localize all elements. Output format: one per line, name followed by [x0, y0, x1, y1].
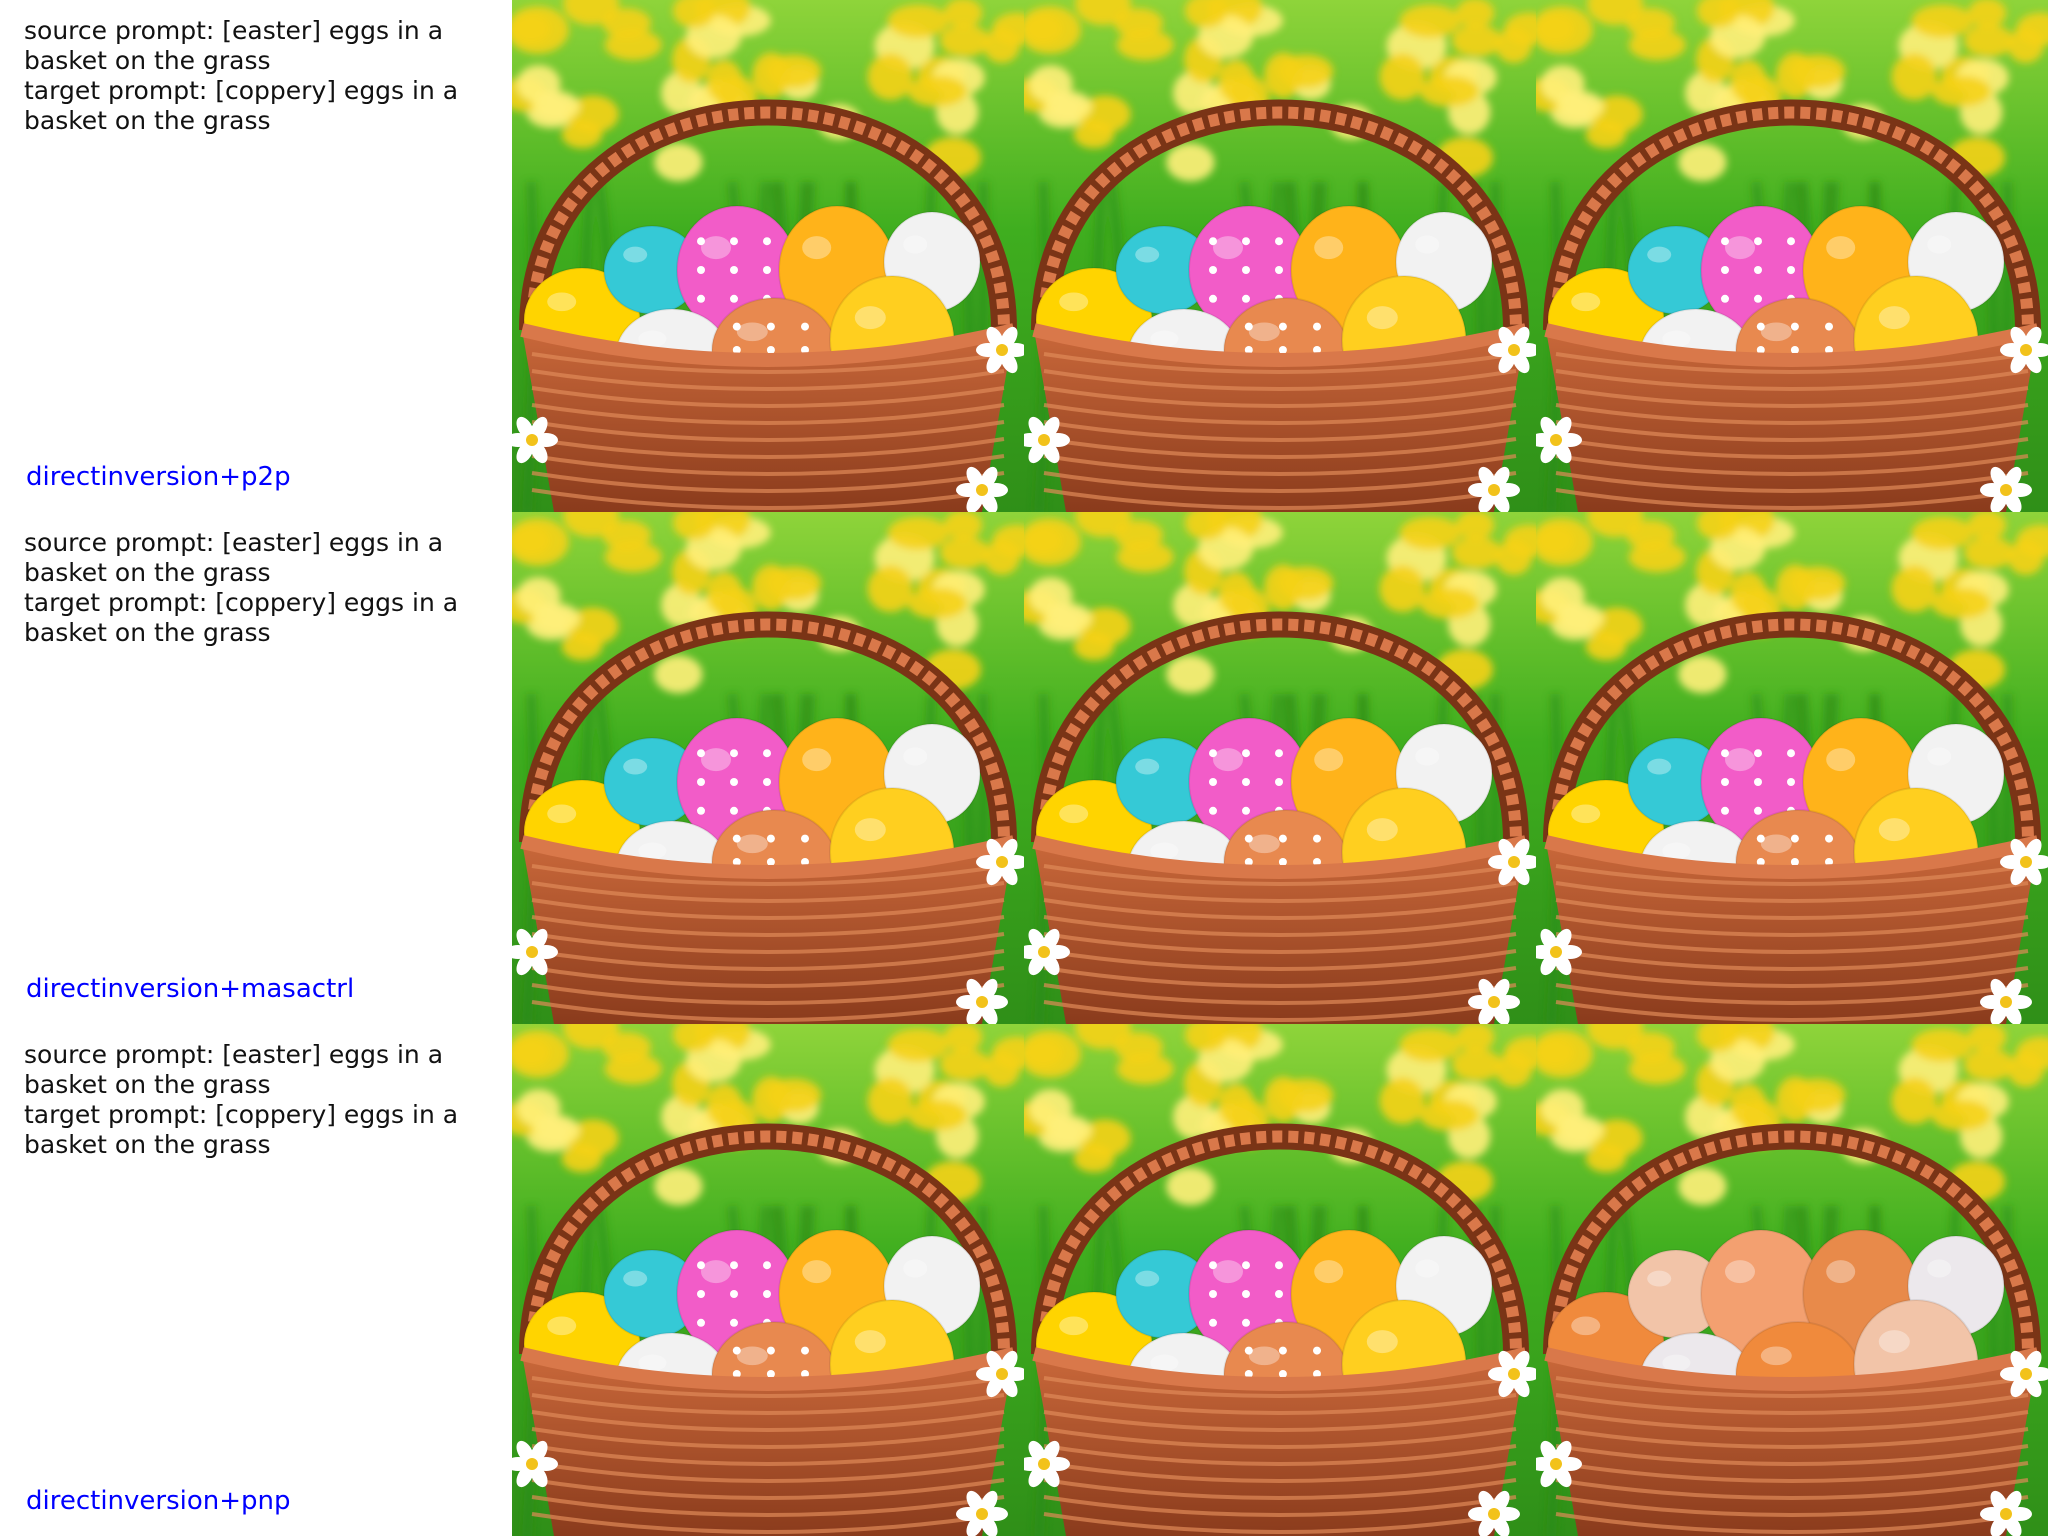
row-label-panel: source prompt: [easter] eggs in a basket… [0, 512, 512, 1024]
comparison-grid: source prompt: [easter] eggs in a basket… [0, 0, 2048, 1536]
source-prompt: source prompt: [easter] eggs in a basket… [24, 16, 444, 75]
row-label-panel: source prompt: [easter] eggs in a basket… [0, 1024, 512, 1536]
result-row: source prompt: [easter] eggs in a basket… [0, 512, 2048, 1024]
target-prompt: target prompt: [coppery] eggs in a baske… [24, 588, 459, 647]
source-prompt: source prompt: [easter] eggs in a basket… [24, 1040, 444, 1099]
source-prompt: source prompt: [easter] eggs in a basket… [24, 528, 444, 587]
target-prompt: target prompt: [coppery] eggs in a baske… [24, 1100, 459, 1159]
result-row: source prompt: [easter] eggs in a basket… [0, 1024, 2048, 1536]
source-image [512, 0, 1024, 512]
edited-image [1536, 1024, 2048, 1536]
prompt-text: source prompt: [easter] eggs in a basket… [24, 16, 474, 136]
source-image [512, 512, 1024, 1024]
prompt-text: source prompt: [easter] eggs in a basket… [24, 528, 474, 648]
row-label-panel: source prompt: [easter] eggs in a basket… [0, 0, 512, 512]
reconstruction-image [1024, 512, 1536, 1024]
prompt-text: source prompt: [easter] eggs in a basket… [24, 1040, 474, 1160]
reconstruction-image [1024, 1024, 1536, 1536]
method-label: directinversion+masactrl [26, 974, 355, 1004]
result-row: source prompt: [easter] eggs in a basket… [0, 0, 2048, 512]
reconstruction-image [1024, 0, 1536, 512]
target-prompt: target prompt: [coppery] eggs in a baske… [24, 76, 459, 135]
method-label: directinversion+p2p [26, 462, 291, 492]
source-image [512, 1024, 1024, 1536]
edited-image [1536, 512, 2048, 1024]
method-label: directinversion+pnp [26, 1486, 291, 1516]
edited-image [1536, 0, 2048, 512]
